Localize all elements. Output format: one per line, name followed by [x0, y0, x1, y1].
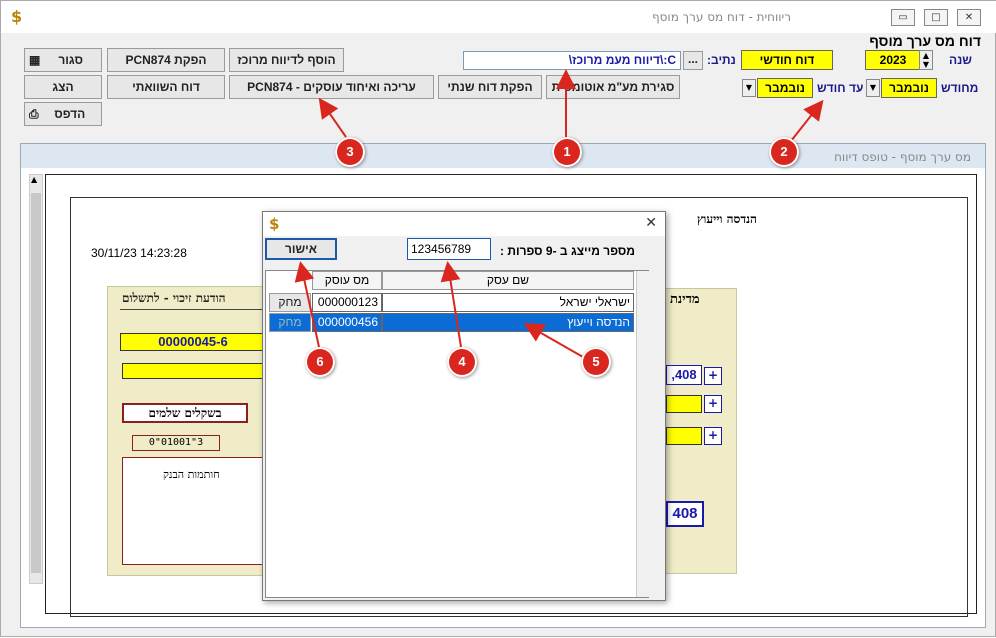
business-grid: שם עסק מס עוסק ישראלי ישראל 000000123 מח… [265, 270, 649, 598]
panel-header: מס ערך מוסף - טופס דיווח [21, 144, 985, 168]
maximize-button[interactable]: □ [924, 9, 948, 26]
auto-close-button[interactable]: סגירת מע"מ אוטומטית [546, 75, 680, 99]
panel-title: מס ערך מוסף - טופס דיווח [834, 150, 971, 164]
credit-form-image: הודעת זיכוי - לתשלום 00000045-6 בשקלים ש… [107, 286, 268, 576]
id-input[interactable]: 123456789 [407, 238, 491, 260]
form-right-value2: 408 [666, 501, 704, 527]
form-left-currency: בשקלים שלמים [122, 403, 248, 423]
printer-icon: ⎙ [29, 107, 39, 121]
row-name[interactable]: הנדסה וייעוץ [382, 313, 634, 332]
form-right-title: מדינת [670, 292, 700, 307]
marker-3: 3 [335, 137, 365, 167]
report-datetime: 30/11/23 14:23:28 [91, 246, 187, 260]
form-left-bank: חותמות הבנק [163, 468, 220, 481]
to-month-chevron-down-icon[interactable]: ▼ [742, 79, 756, 97]
annual-report-button[interactable]: הפקת דוח שנתי [438, 75, 542, 99]
marker-1: 1 [552, 137, 582, 167]
form-left-ref: 0"01001"3 [132, 435, 220, 451]
grid-scrollbar[interactable] [636, 271, 649, 597]
minimize-button[interactable]: ▭ [891, 9, 915, 26]
dialog-title-bar: $ ✕ [263, 212, 665, 236]
plus-icon[interactable]: + [704, 427, 722, 445]
marker-5: 5 [581, 347, 611, 377]
section-title: דוח מס ערך מוסף [869, 33, 981, 49]
confirm-button[interactable]: אישור [265, 238, 337, 260]
title-bar: $ ריווחית - דוח מס ערך מוסף ▭ □ ✕ [1, 1, 996, 33]
id-label: מספר מייצג ב -9 ספרות : [500, 244, 635, 258]
to-month-select[interactable]: נובמבר [757, 78, 813, 98]
print-button[interactable]: ⎙ הדפס [24, 102, 102, 126]
vertical-scrollbar[interactable]: ▲ [29, 174, 43, 584]
plus-icon[interactable]: + [704, 395, 722, 413]
year-label: שנה [949, 53, 972, 67]
close-button[interactable]: ✕ [957, 9, 981, 26]
add-central-button[interactable]: הוסף לדיווח מרוכז [229, 48, 344, 72]
calculator-icon: ▦ [29, 53, 41, 67]
browse-button[interactable]: ... [683, 51, 703, 70]
marker-2: 2 [769, 137, 799, 167]
show-button[interactable]: הצג [24, 75, 102, 99]
row-name[interactable]: ישראלי ישראל [382, 293, 634, 312]
row-id[interactable]: 000000456 [312, 313, 382, 332]
marker-4: 4 [447, 347, 477, 377]
pcn874-button[interactable]: הפקת PCN874 [107, 48, 225, 72]
edit-merge-button[interactable]: עריכה ואיחוד עוסקים - PCN874 [229, 75, 434, 99]
form-left-number: 00000045-6 [120, 333, 266, 351]
path-input[interactable]: C:\דיווח מעמ מרוכז\ [463, 51, 681, 70]
main-window: $ ריווחית - דוח מס ערך מוסף ▭ □ ✕ דוח מס… [0, 0, 996, 637]
from-month-chevron-down-icon[interactable]: ▼ [866, 79, 880, 97]
business-select-dialog: $ ✕ מספר מייצג ב -9 ספרות : 123456789 אי… [262, 211, 666, 601]
scroll-thumb[interactable] [31, 193, 41, 573]
column-header-id[interactable]: מס עוסק [312, 271, 382, 290]
dollar-icon: $ [11, 7, 23, 26]
form-left-title: הודעת זיכוי - לתשלום [122, 291, 226, 305]
path-label: נתיב: [707, 53, 736, 67]
form-right-image: מדינת ,408 + + + 408 [665, 288, 737, 574]
compare-button[interactable]: דוח השוואתי [107, 75, 225, 99]
column-header-name[interactable]: שם עסק [382, 271, 634, 290]
report-type-select[interactable]: דוח חודשי [741, 50, 833, 70]
company-name: הנדסה וייעוץ [697, 212, 757, 226]
delete-button[interactable]: מחק [269, 293, 311, 312]
dollar-icon: $ [269, 215, 280, 233]
plus-icon[interactable]: + [704, 367, 722, 385]
from-month-label: מחודש [941, 81, 979, 95]
row-id[interactable]: 000000123 [312, 293, 382, 312]
marker-6: 6 [305, 347, 335, 377]
from-month-select[interactable]: נובמבר [881, 78, 937, 98]
scroll-up-icon[interactable]: ▲ [31, 175, 37, 184]
delete-button[interactable]: מחק [269, 313, 311, 332]
close-report-button[interactable]: ▦ סגור [24, 48, 102, 72]
year-input[interactable]: 2023 [865, 50, 921, 70]
form-right-value1: ,408 [666, 365, 702, 385]
to-month-label: עד חודש [817, 81, 864, 95]
year-spinner[interactable]: ▲ ▼ [919, 50, 933, 70]
window-title: ריווחית - דוח מס ערך מוסף [651, 10, 791, 24]
dialog-close-button[interactable]: ✕ [645, 215, 657, 231]
